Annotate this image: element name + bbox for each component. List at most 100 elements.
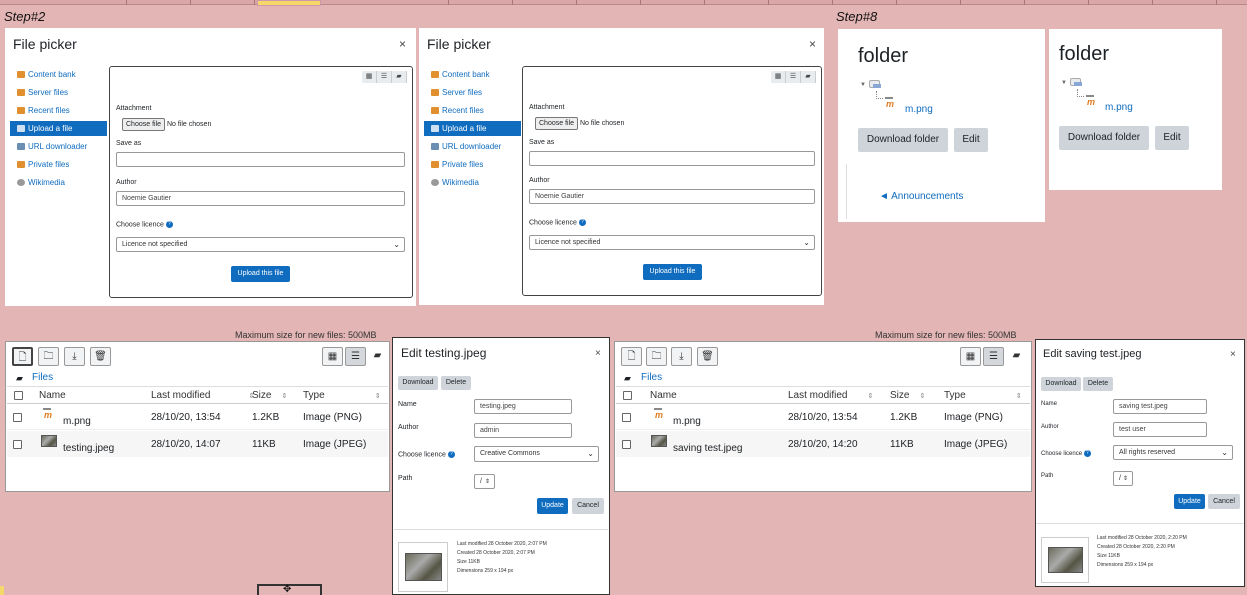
announcements-link[interactable]: ◄ Announcements <box>879 191 963 202</box>
list-view-icon[interactable]: ☰ <box>377 71 392 83</box>
row-checkbox[interactable] <box>13 440 22 449</box>
column-last-modified[interactable]: Last modified ⇕ <box>788 390 873 401</box>
edit-button[interactable]: Edit <box>954 128 988 152</box>
column-size[interactable]: Size ⇕ <box>890 390 925 401</box>
nav-wikimedia[interactable]: Wikimedia <box>10 175 107 190</box>
nav-server-files[interactable]: Server files <box>424 85 521 100</box>
close-icon[interactable]: × <box>399 37 406 51</box>
file-name[interactable]: m.png <box>673 416 701 427</box>
column-type[interactable]: Type ⇕ <box>944 390 1022 401</box>
nav-content-bank[interactable]: Content bank <box>424 67 521 82</box>
column-size[interactable]: Size ⇕ <box>252 390 287 401</box>
file-name[interactable]: m.png <box>63 416 91 427</box>
download-icon[interactable]: ⤓ <box>64 347 85 366</box>
row-checkbox[interactable] <box>622 440 631 449</box>
choose-file-button[interactable]: Choose file <box>535 117 579 130</box>
folder-view-icon[interactable]: ▰ <box>1006 347 1027 366</box>
tree-toggle-icon[interactable]: ▼ <box>1061 80 1067 86</box>
delete-button[interactable]: Delete <box>441 376 471 390</box>
file-chooser[interactable]: Choose file No file chosen <box>535 117 624 130</box>
update-button[interactable]: Update <box>537 498 568 514</box>
breadcrumb-files[interactable]: Files <box>32 372 53 383</box>
create-folder-icon[interactable]: 🗀 <box>38 347 59 366</box>
folder-view-icon[interactable]: ▰ <box>367 347 388 366</box>
add-file-icon[interactable]: 🗋 <box>12 347 33 366</box>
download-folder-button[interactable]: Download folder <box>858 128 948 152</box>
nav-url-downloader[interactable]: URL downloader <box>10 139 107 154</box>
close-icon[interactable]: × <box>809 37 816 51</box>
upload-file-button[interactable]: Upload this file <box>231 266 290 282</box>
delete-button[interactable]: Delete <box>1083 377 1113 391</box>
save-as-input[interactable] <box>529 151 815 166</box>
file-name[interactable]: saving test.jpeg <box>673 443 743 454</box>
column-last-modified[interactable]: Last modified ⇕ <box>151 390 254 401</box>
select-all-checkbox[interactable] <box>623 391 632 400</box>
table-row[interactable]: saving test.jpeg 28/10/20, 14:20 11KB Im… <box>616 431 1030 457</box>
author-input[interactable]: Noemie Gautier <box>529 189 815 204</box>
name-input[interactable]: testing.jpeg <box>474 399 572 414</box>
grid-view-icon[interactable]: ▦ <box>362 71 377 83</box>
download-button[interactable]: Download <box>398 376 438 390</box>
path-select[interactable]: / ⇕ <box>474 474 495 489</box>
nav-content-bank[interactable]: Content bank <box>10 67 107 82</box>
row-checkbox[interactable] <box>13 413 22 422</box>
choose-file-button[interactable]: Choose file <box>122 118 166 131</box>
nav-upload-file[interactable]: Upload a file <box>424 121 521 136</box>
download-button[interactable]: Download <box>1041 377 1081 391</box>
folder-view-icon[interactable]: ▰ <box>392 71 407 83</box>
nav-recent-files[interactable]: Recent files <box>424 103 521 118</box>
add-file-icon[interactable]: 🗋 <box>621 347 642 366</box>
column-type[interactable]: Type ⇕ <box>303 390 381 401</box>
close-icon[interactable]: × <box>595 348 601 359</box>
cancel-button[interactable]: Cancel <box>1208 494 1240 509</box>
download-icon[interactable]: ⤓ <box>671 347 692 366</box>
licence-select[interactable]: Licence not specified ⌄ <box>529 235 815 250</box>
author-input[interactable]: Noemie Gautier <box>116 191 405 206</box>
column-name[interactable]: Name <box>39 390 66 401</box>
nav-server-files[interactable]: Server files <box>10 85 107 100</box>
table-row[interactable]: testing.jpeg 28/10/20, 14:07 11KB Image … <box>7 431 388 457</box>
edit-button[interactable]: Edit <box>1155 126 1189 150</box>
nav-private-files[interactable]: Private files <box>424 157 521 172</box>
delete-icon[interactable]: 🗑 <box>697 347 718 366</box>
licence-select[interactable]: All rights reserved ⌄ <box>1113 445 1233 460</box>
cancel-button[interactable]: Cancel <box>572 498 604 514</box>
name-input[interactable]: saving test.jpeg <box>1113 399 1207 414</box>
nav-upload-file[interactable]: Upload a file <box>10 121 107 136</box>
file-link-m-png[interactable]: m.png <box>905 104 933 115</box>
grid-view-icon[interactable]: ▦ <box>960 347 981 366</box>
folder-view-icon[interactable]: ▰ <box>801 71 816 83</box>
download-folder-button[interactable]: Download folder <box>1059 126 1149 150</box>
list-view-icon[interactable]: ☰ <box>983 347 1004 366</box>
nav-wikimedia[interactable]: Wikimedia <box>424 175 521 190</box>
grid-view-icon[interactable]: ▦ <box>322 347 343 366</box>
row-checkbox[interactable] <box>622 413 631 422</box>
select-all-checkbox[interactable] <box>14 391 23 400</box>
list-view-icon[interactable]: ☰ <box>345 347 366 366</box>
file-chooser[interactable]: Choose file No file chosen <box>122 118 211 131</box>
nav-private-files[interactable]: Private files <box>10 157 107 172</box>
upload-file-button[interactable]: Upload this file <box>643 264 702 280</box>
column-name[interactable]: Name <box>650 390 677 401</box>
create-folder-icon[interactable]: 🗀 <box>646 347 667 366</box>
licence-select[interactable]: Creative Commons ⌄ <box>474 446 599 462</box>
tree-toggle-icon[interactable]: ▼ <box>860 82 866 88</box>
author-input[interactable]: test user <box>1113 422 1207 437</box>
nav-recent-files[interactable]: Recent files <box>10 103 107 118</box>
grid-view-icon[interactable]: ▦ <box>771 71 786 83</box>
update-button[interactable]: Update <box>1174 494 1205 509</box>
file-name[interactable]: testing.jpeg <box>63 443 114 454</box>
breadcrumb-files[interactable]: Files <box>641 372 662 383</box>
nav-url-downloader[interactable]: URL downloader <box>424 139 521 154</box>
author-input[interactable]: admin <box>474 423 572 438</box>
delete-icon[interactable]: 🗑 <box>90 347 111 366</box>
save-as-input[interactable] <box>116 152 405 167</box>
table-row[interactable]: m m.png 28/10/20, 13:54 1.2KB Image (PNG… <box>7 404 388 430</box>
list-view-icon[interactable]: ☰ <box>786 71 801 83</box>
selected-cell[interactable] <box>257 0 321 6</box>
file-link-m-png[interactable]: m.png <box>1105 102 1133 113</box>
path-select[interactable]: / ⇕ <box>1113 471 1133 486</box>
close-icon[interactable]: × <box>1230 349 1236 360</box>
table-row[interactable]: m m.png 28/10/20, 13:54 1.2KB Image (PNG… <box>616 404 1030 430</box>
licence-select[interactable]: Licence not specified ⌄ <box>116 237 405 252</box>
